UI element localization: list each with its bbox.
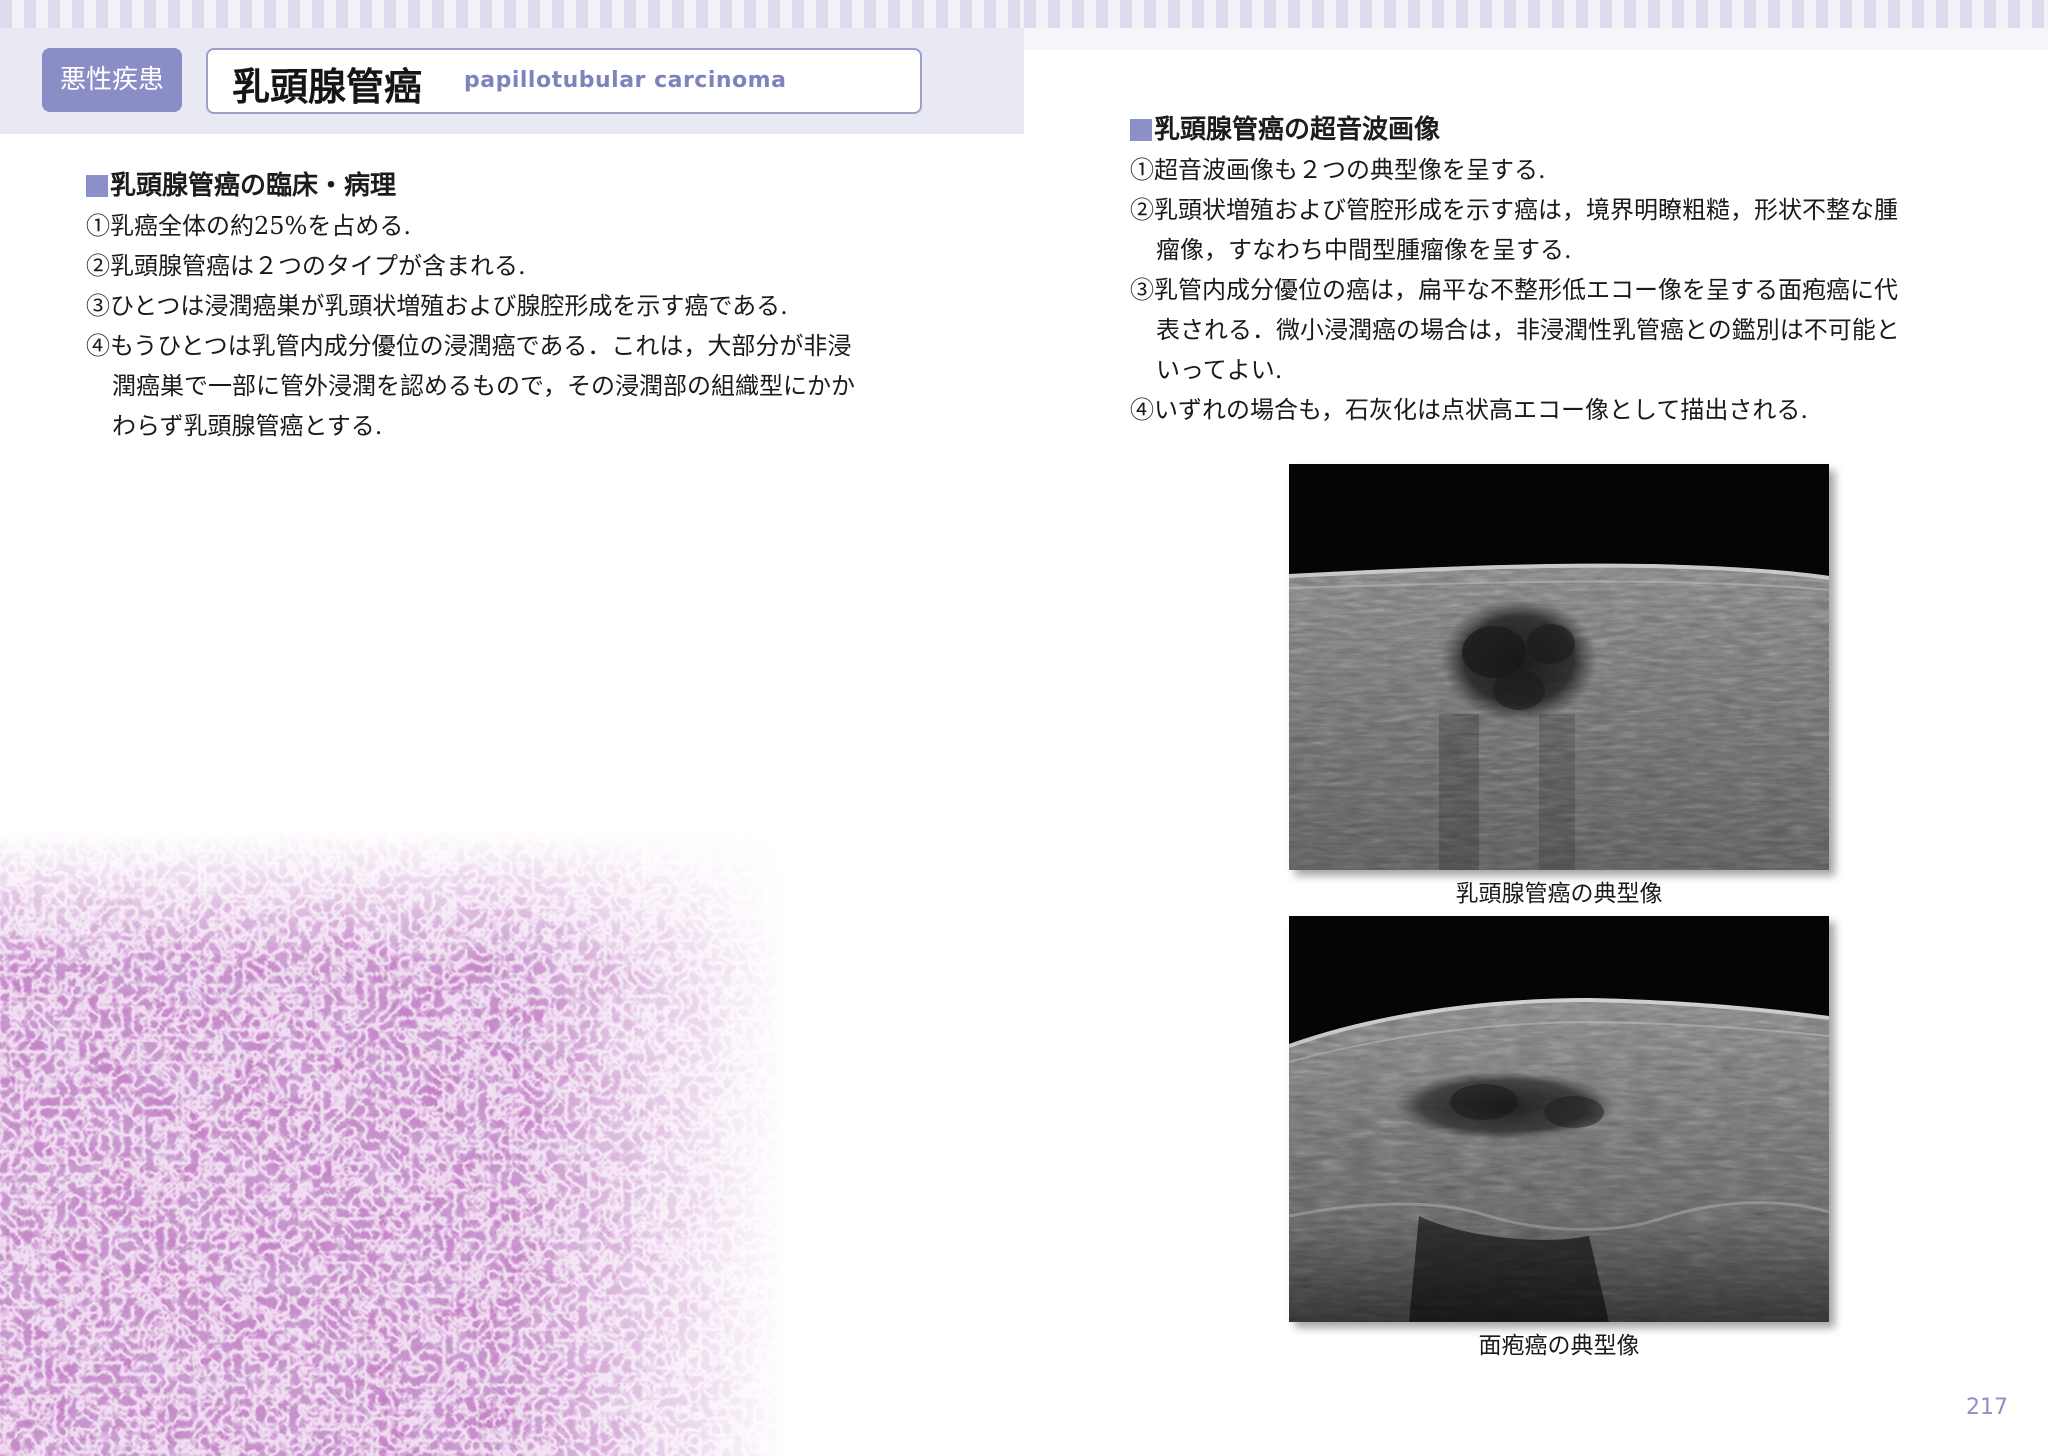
section-heading: 乳頭腺管癌の超音波画像 xyxy=(1130,110,1900,150)
top-decorative-stripe xyxy=(0,0,1024,28)
heading-square-marker xyxy=(1130,119,1152,141)
figure-caption: 乳頭腺管癌の典型像 xyxy=(1455,881,1663,907)
ultrasound-image xyxy=(1289,916,1829,1322)
list-item-continuation: いってよい. xyxy=(1156,356,1283,384)
list-item: ①超音波画像も２つの典型像を呈する. xyxy=(1130,156,1546,184)
list-item: ③ひとつは浸潤癌巣が乳頭状増殖および腺腔形成を示す癌である. xyxy=(86,292,788,320)
title-box: 乳頭腺管癌 papillotubular carcinoma xyxy=(206,48,922,114)
left-page: 悪性疾患 乳頭腺管癌 papillotubular carcinoma 乳頭腺管… xyxy=(0,0,1024,1456)
page-title: 乳頭腺管癌 xyxy=(232,65,423,109)
section-heading: 乳頭腺管癌の臨床・病理 xyxy=(86,166,855,206)
top-decorative-stripe xyxy=(1024,0,2048,28)
list-item: ④もうひとつは乳管内成分優位の浸潤癌である．これは，大部分が非浸 xyxy=(86,332,852,360)
figure-caption: 面疱癌の典型像 xyxy=(1478,1333,1640,1359)
ultrasound-figure-1: 乳頭腺管癌の典型像 xyxy=(1289,464,1829,908)
list-item: ②乳頭状増殖および管腔形成を示す癌は，境界明瞭粗糙，形状不整な腫 xyxy=(1130,196,1898,224)
heading-square-marker xyxy=(86,175,108,197)
list-item-continuation: 表される．微小浸潤癌の場合は，非浸潤性乳管癌との鑑別は不可能と xyxy=(1156,316,1900,344)
list-item: ①乳癌全体の約25%を占める. xyxy=(86,212,411,240)
page-title-english: papillotubular carcinoma xyxy=(464,68,787,93)
right-page: 乳頭腺管癌の超音波画像 ①超音波画像も２つの典型像を呈する. ②乳頭状増殖および… xyxy=(1024,0,2048,1456)
ultrasound-section: 乳頭腺管癌の超音波画像 ①超音波画像も２つの典型像を呈する. ②乳頭状増殖および… xyxy=(1130,110,1900,430)
list-item-continuation: わらず乳頭腺管癌とする. xyxy=(112,412,383,440)
list-item-continuation: 瘤像，すなわち中間型腫瘤像を呈する. xyxy=(1156,236,1572,264)
ultrasound-figure-2: 面疱癌の典型像 xyxy=(1289,916,1829,1360)
ultrasound-image xyxy=(1289,464,1829,870)
list-item: ④いずれの場合も，石灰化は点状高エコー像として描出される. xyxy=(1130,396,1808,424)
histology-micrograph xyxy=(0,830,830,1456)
list-item: ②乳頭腺管癌は２つのタイプが含まれる. xyxy=(86,252,526,280)
list-item: ③乳管内成分優位の癌は，扁平な不整形低エコー像を呈する面疱癌に代 xyxy=(1130,276,1898,304)
page-number: 217 xyxy=(1966,1395,2008,1420)
clinical-pathology-section: 乳頭腺管癌の臨床・病理 ①乳癌全体の約25%を占める. ②乳頭腺管癌は２つのタイ… xyxy=(86,166,855,446)
list-item-continuation: 潤癌巣で一部に管外浸潤を認めるもので，その浸潤部の組織型にかか xyxy=(112,372,856,400)
category-badge: 悪性疾患 xyxy=(42,48,182,112)
header-band xyxy=(1024,28,2048,50)
